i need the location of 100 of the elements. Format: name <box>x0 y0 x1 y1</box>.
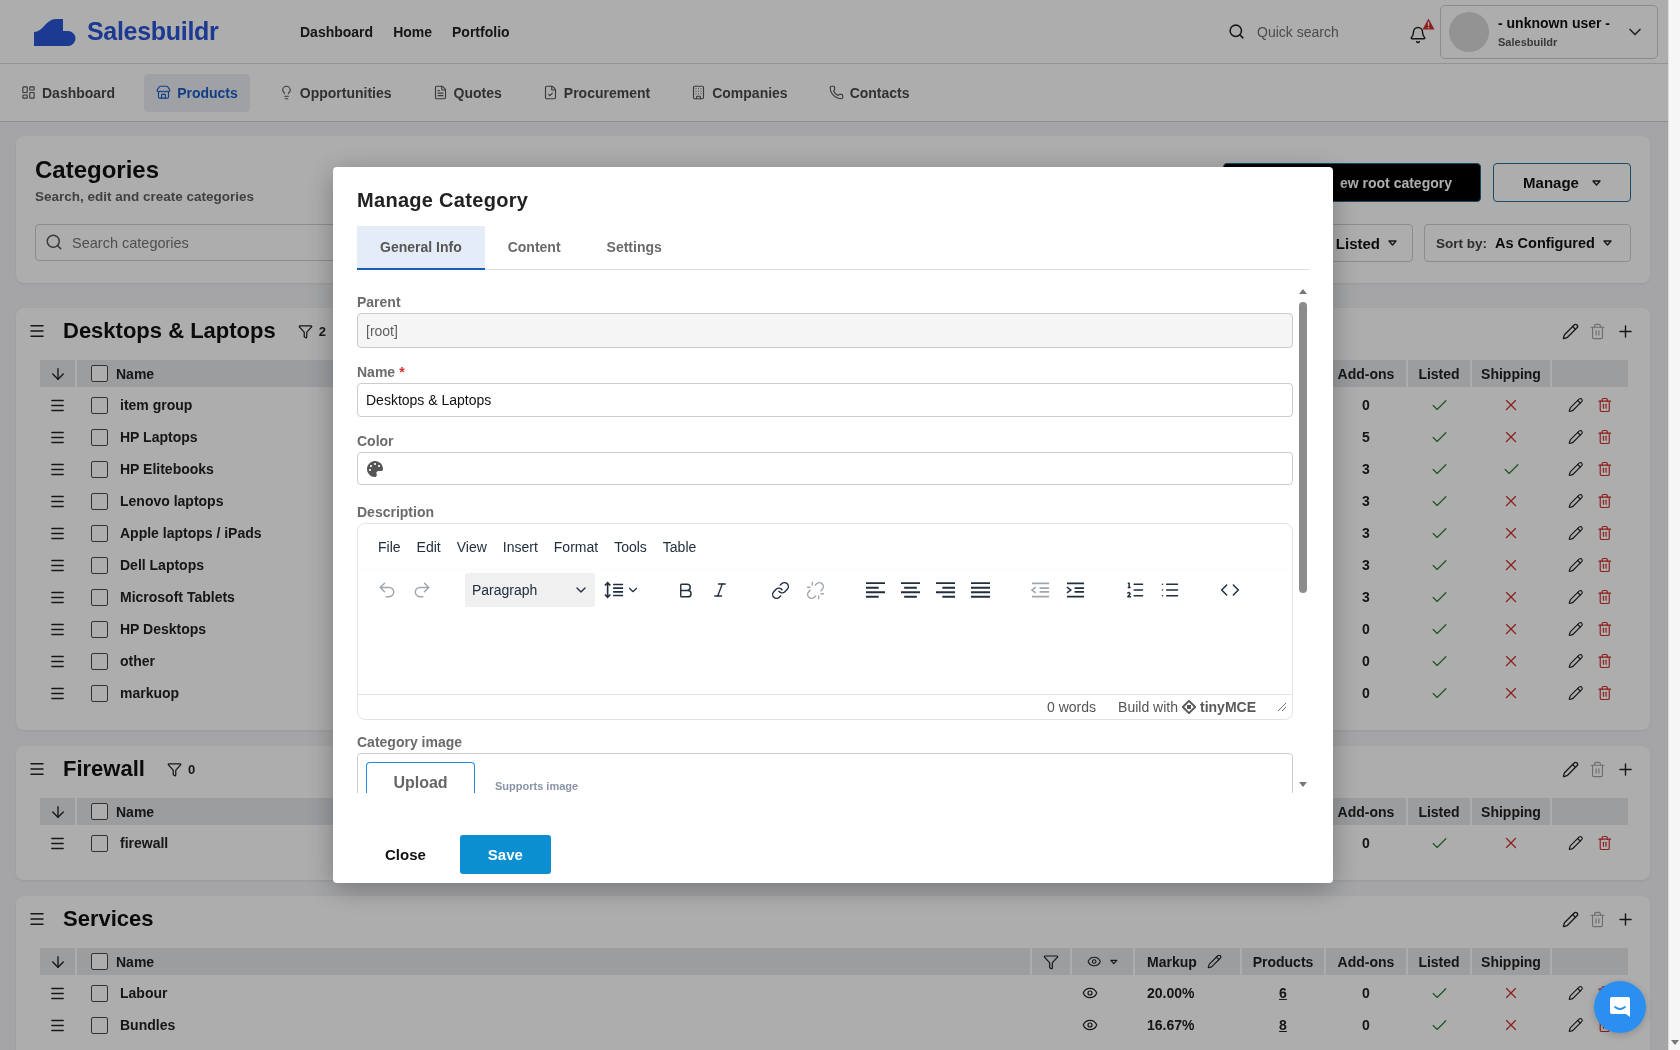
pencil-icon[interactable] <box>1562 322 1579 340</box>
category-name[interactable]: HP Elitebooks <box>120 461 214 477</box>
menu-item[interactable]: Format <box>545 532 607 562</box>
trash-icon[interactable] <box>1596 397 1612 413</box>
pencil-icon[interactable] <box>1568 621 1584 637</box>
pencil-icon[interactable] <box>1568 429 1584 445</box>
block-format-select[interactable]: Paragraph <box>465 573 595 607</box>
row-checkbox[interactable] <box>91 834 108 852</box>
category-name[interactable]: other <box>120 653 155 669</box>
branding-link[interactable]: Build with tinyMCE <box>1118 699 1256 715</box>
row-checkbox[interactable] <box>91 684 108 702</box>
save-button[interactable]: Save <box>459 835 551 874</box>
indent-icon[interactable] <box>1065 582 1085 598</box>
trash-icon[interactable] <box>1596 653 1612 669</box>
hamburger-icon[interactable] <box>28 910 46 928</box>
category-name[interactable]: HP Laptops <box>120 429 198 445</box>
nav-link[interactable]: Dashboard <box>300 23 374 40</box>
trash-icon[interactable] <box>1596 429 1612 445</box>
pencil-icon[interactable] <box>1568 1017 1584 1033</box>
row-checkbox[interactable] <box>91 984 108 1002</box>
nav-tab[interactable]: Opportunities <box>266 73 404 112</box>
category-name[interactable]: item group <box>120 397 193 413</box>
eye-icon[interactable] <box>1082 985 1098 1001</box>
trash-icon[interactable] <box>1596 835 1612 851</box>
row-checkbox[interactable] <box>91 588 108 606</box>
menu-item[interactable]: Table <box>654 532 705 562</box>
nav-tab[interactable]: Companies <box>679 73 800 112</box>
category-name[interactable]: Microsoft Tablets <box>120 589 235 605</box>
dialog-tab[interactable]: Settings <box>583 226 685 270</box>
category-name[interactable]: Apple laptops / iPads <box>120 525 262 541</box>
resize-handle-icon[interactable] <box>1278 703 1286 711</box>
row-checkbox[interactable] <box>91 556 108 574</box>
trash-icon[interactable] <box>1596 589 1612 605</box>
close-button[interactable]: Close <box>357 835 454 874</box>
select-all-checkbox[interactable] <box>91 365 108 382</box>
menu-item[interactable]: Edit <box>408 532 449 562</box>
upload-tab[interactable]: Upload <box>366 762 475 793</box>
menu-item[interactable]: File <box>370 532 409 562</box>
nav-tab[interactable]: Contacts <box>816 73 922 112</box>
pencil-icon[interactable] <box>1568 685 1584 701</box>
category-name[interactable]: Dell Laptops <box>120 557 204 573</box>
pencil-icon[interactable] <box>1206 954 1222 969</box>
select-all-checkbox[interactable] <box>91 953 108 970</box>
category-name[interactable]: Bundles <box>120 1017 176 1033</box>
scroll-up-icon[interactable] <box>1298 289 1307 294</box>
trash-icon[interactable] <box>1596 557 1612 573</box>
scroll-down-icon[interactable] <box>1298 782 1307 787</box>
italic-icon[interactable] <box>711 581 729 599</box>
hamburger-icon[interactable] <box>28 322 46 340</box>
sort-dropdown[interactable]: Sort by: As Configured <box>1424 224 1631 262</box>
trash-icon[interactable] <box>1596 621 1612 637</box>
pencil-icon[interactable] <box>1568 397 1584 413</box>
pencil-icon[interactable] <box>1568 461 1584 477</box>
pencil-icon[interactable] <box>1568 493 1584 509</box>
hamburger-icon[interactable] <box>28 760 46 778</box>
dialog-tab[interactable]: Content <box>484 226 584 270</box>
category-name[interactable]: firewall <box>120 835 169 851</box>
bullet-list-icon[interactable] <box>1160 580 1180 600</box>
menu-item[interactable]: Tools <box>606 532 655 562</box>
trash-icon[interactable] <box>1596 525 1612 541</box>
row-checkbox[interactable] <box>91 428 108 446</box>
nav-tab[interactable]: Procurement <box>530 73 663 112</box>
quick-search-field[interactable]: Quick search <box>1257 23 1397 40</box>
trash-icon[interactable] <box>1596 493 1612 509</box>
parent-field[interactable]: [root] <box>357 313 1293 348</box>
pencil-icon[interactable] <box>1568 835 1584 851</box>
category-name[interactable]: Lenovo laptops <box>120 493 224 509</box>
color-field[interactable] <box>357 452 1293 485</box>
row-checkbox[interactable] <box>91 524 108 542</box>
category-name[interactable]: markuop <box>120 685 180 701</box>
products-link[interactable]: 8 <box>1279 1017 1287 1033</box>
select-all-checkbox[interactable] <box>91 803 108 820</box>
trash-icon[interactable] <box>1596 461 1612 477</box>
pencil-icon[interactable] <box>1568 653 1584 669</box>
pencil-icon[interactable] <box>1562 760 1579 778</box>
search-icon[interactable] <box>1228 23 1245 40</box>
pencil-icon[interactable] <box>1568 557 1584 573</box>
scroll-down-icon[interactable] <box>1670 1040 1679 1045</box>
page-scrollbar[interactable] <box>1668 0 1680 1050</box>
align-justify-icon[interactable] <box>970 582 990 598</box>
numbered-list-icon[interactable] <box>1125 580 1145 600</box>
funnel-icon[interactable] <box>166 761 182 777</box>
category-name[interactable]: HP Desktops <box>120 621 207 637</box>
row-checkbox[interactable] <box>91 492 108 510</box>
category-name[interactable]: Labour <box>120 985 168 1001</box>
eye-icon[interactable] <box>1082 1017 1098 1033</box>
nav-tab[interactable]: Quotes <box>420 73 514 112</box>
bell-icon[interactable] <box>1409 25 1427 44</box>
pencil-icon[interactable] <box>1568 525 1584 541</box>
caret-icon[interactable] <box>1110 958 1118 965</box>
dialog-tab[interactable]: General Info <box>357 226 485 270</box>
align-left-icon[interactable] <box>865 582 885 598</box>
row-checkbox[interactable] <box>91 460 108 478</box>
logo-icon[interactable] <box>34 16 77 47</box>
name-field[interactable]: Desktops & Laptops <box>357 383 1293 417</box>
user-menu[interactable]: - unknown user - Salesbuildr <box>1440 4 1658 59</box>
link-icon[interactable] <box>770 580 790 600</box>
menu-item[interactable]: View <box>448 532 495 562</box>
line-height-icon[interactable] <box>604 580 624 600</box>
nav-tab[interactable]: Dashboard <box>9 73 128 112</box>
